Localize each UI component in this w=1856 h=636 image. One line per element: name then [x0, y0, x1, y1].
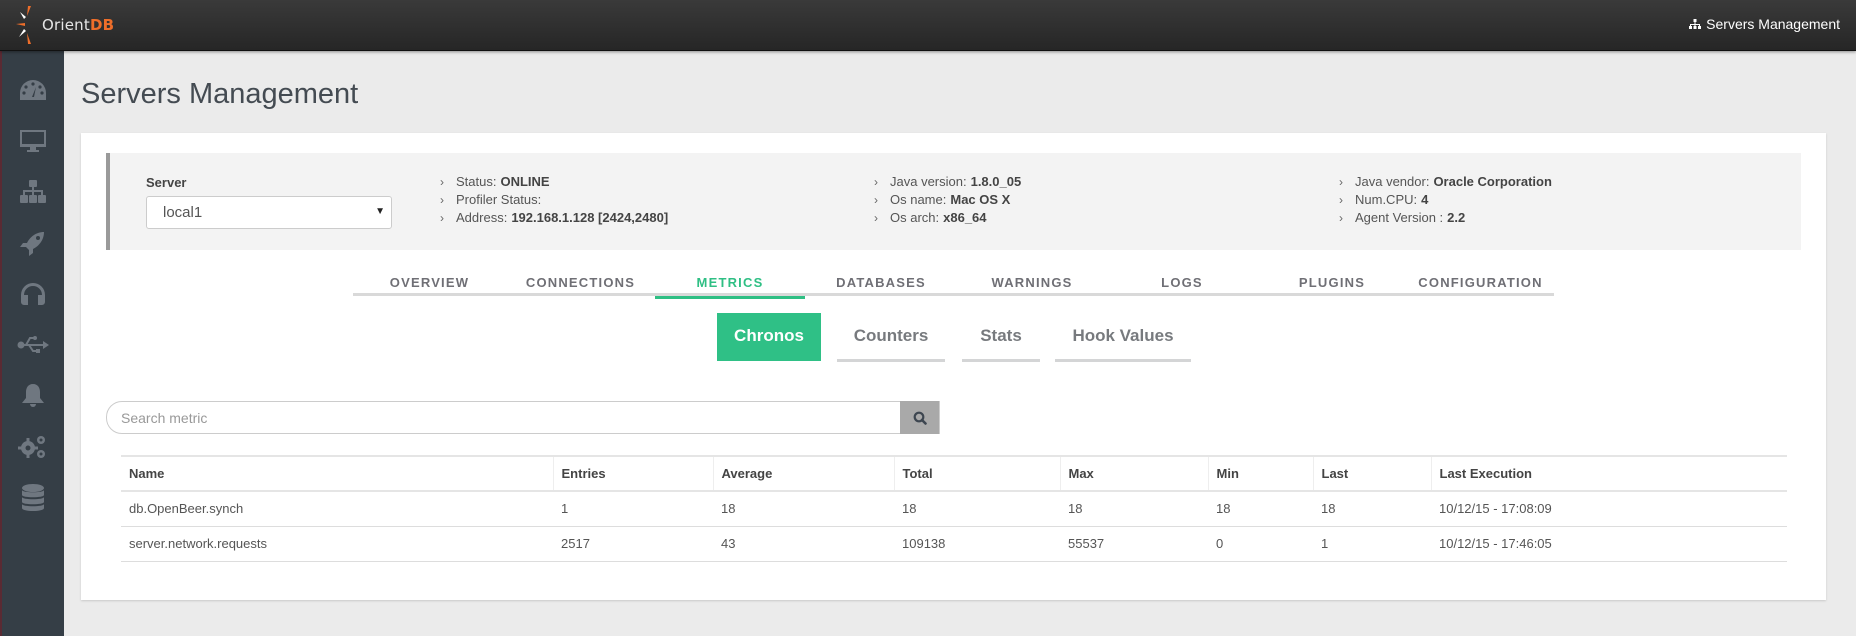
info-profiler-status: › Profiler Status:: [440, 192, 542, 207]
cell-min: 18: [1208, 491, 1313, 527]
top-navbar: OrientDB Servers Management: [0, 0, 1856, 51]
info-agent-version: › Agent Version :2.2: [1339, 210, 1466, 225]
metrics-subtabs: Chronos Counters Stats Hook Values: [81, 313, 1826, 363]
chevron-right-icon: ›: [440, 211, 444, 225]
gears-icon: [18, 435, 45, 458]
column-header-total[interactable]: Total: [893, 455, 1060, 492]
server-select[interactable]: local1 ▼: [146, 196, 392, 229]
dashboard-icon: [20, 79, 46, 100]
column-header-min[interactable]: Min: [1207, 455, 1313, 492]
cell-max: 18: [1060, 491, 1208, 527]
tab-overview[interactable]: OVERVIEW: [353, 266, 506, 296]
chronos-table: Name Entries Average Total Max Min Last …: [121, 455, 1787, 562]
info-java-version: › Java version: 1.8.0_05: [874, 174, 1022, 189]
chevron-right-icon: ›: [440, 193, 444, 207]
cell-last-execution: 10/12/15 - 17:46:05: [1431, 526, 1787, 562]
chevron-right-icon: ›: [1339, 211, 1343, 225]
cell-name: db.OpenBeer.synch: [121, 491, 553, 527]
info-address: › Address: 192.168.1.128 [2424,2480]: [440, 210, 669, 225]
cell-last: 18: [1313, 491, 1431, 527]
column-header-entries[interactable]: Entries: [552, 455, 713, 492]
tab-logs[interactable]: LOGS: [1107, 266, 1257, 296]
column-header-last[interactable]: Last: [1312, 455, 1431, 492]
server-info-column-2: › Java version: 1.8.0_05 › Os name: Mac OS X…: [874, 173, 1021, 227]
server-label: Server: [146, 175, 187, 190]
chevron-right-icon: ›: [874, 193, 878, 207]
cell-total: 18: [894, 491, 1060, 527]
cell-min: 0: [1208, 526, 1313, 562]
tab-connections[interactable]: CONNECTIONS: [506, 266, 655, 296]
chevron-right-icon: ›: [1339, 175, 1343, 189]
orientdb-logo[interactable]: OrientDB: [14, 4, 114, 46]
column-header-max[interactable]: Max: [1059, 455, 1208, 492]
sidebar-item-databases[interactable]: [2, 472, 64, 523]
cell-total: 109138: [894, 526, 1060, 562]
server-card: Server local1 ▼ › Status: ONLINE › Profiler…: [81, 133, 1826, 600]
column-header-name[interactable]: Name: [121, 455, 553, 492]
subtab-chronos[interactable]: Chronos: [717, 313, 821, 361]
orientdb-logo-icon: [16, 6, 31, 44]
caret-down-icon: ▼: [375, 206, 385, 217]
sidebar-item-settings[interactable]: [2, 421, 64, 472]
info-status: › Status: ONLINE: [440, 174, 550, 189]
sidebar: [0, 51, 64, 636]
sidebar-item-support[interactable]: [2, 268, 64, 319]
cell-last-execution: 10/12/15 - 17:08:09: [1431, 491, 1787, 527]
cell-last: 1: [1313, 526, 1431, 562]
tab-plugins[interactable]: PLUGINS: [1257, 266, 1407, 296]
tab-warnings[interactable]: WARNINGS: [957, 266, 1107, 296]
headphones-icon: [21, 282, 45, 305]
info-java-vendor: › Java vendor: Oracle Corporation: [1339, 174, 1552, 189]
server-tabs: OVERVIEW CONNECTIONS METRICS DATABASES W…: [353, 266, 1554, 299]
subtab-hook-values[interactable]: Hook Values: [1055, 313, 1191, 362]
server-info-column-3: › Java vendor: Oracle Corporation › Num.CPU…: [1339, 173, 1552, 227]
sitemap-icon: [20, 179, 46, 203]
chevron-right-icon: ›: [1339, 193, 1343, 207]
monitor-icon: [20, 129, 46, 152]
cell-entries: 2517: [553, 526, 713, 562]
tab-databases[interactable]: DATABASES: [805, 266, 957, 296]
chevron-right-icon: ›: [874, 175, 878, 189]
cell-average: 18: [713, 491, 894, 527]
sidebar-item-alerts[interactable]: [2, 370, 64, 421]
server-info-panel: Server local1 ▼ › Status: ONLINE › Profiler…: [106, 153, 1801, 250]
page-title: Servers Management: [81, 78, 359, 110]
table-row: server.network.requests 2517 43 109138 5…: [121, 526, 1787, 562]
info-os-name: › Os name: Mac OS X: [874, 192, 1011, 207]
chevron-right-icon: ›: [440, 175, 444, 189]
subtab-stats[interactable]: Stats: [962, 313, 1040, 362]
column-header-average[interactable]: Average: [712, 455, 894, 492]
brand-name: OrientDB: [42, 16, 115, 34]
cell-max: 55537: [1060, 526, 1208, 562]
tab-metrics[interactable]: METRICS: [655, 266, 805, 299]
column-header-last-execution[interactable]: Last Execution: [1430, 455, 1787, 492]
subtab-counters[interactable]: Counters: [837, 313, 945, 362]
sidebar-item-dashboard[interactable]: [2, 64, 64, 115]
tab-configuration[interactable]: CONFIGURATION: [1407, 266, 1554, 296]
info-num-cpu: › Num.CPU: 4: [1339, 192, 1429, 207]
bell-icon: [22, 383, 44, 407]
table-row: db.OpenBeer.synch 1 18 18 18 18 18 10/12…: [121, 491, 1787, 527]
server-select-value: local1: [163, 204, 203, 221]
cell-entries: 1: [553, 491, 713, 527]
info-os-arch: › Os arch: x86_64: [874, 210, 987, 225]
chevron-right-icon: ›: [874, 211, 878, 225]
server-info-column-1: › Status: ONLINE › Profiler Status: › Addres…: [440, 173, 668, 227]
cell-average: 43: [713, 526, 894, 562]
search-button[interactable]: [900, 401, 939, 434]
sidebar-item-plugins[interactable]: [2, 319, 64, 370]
servers-management-label: Servers Management: [1706, 16, 1840, 32]
servers-management-link[interactable]: Servers Management: [1689, 16, 1840, 32]
usb-icon: [17, 335, 49, 353]
sidebar-item-servers[interactable]: [2, 166, 64, 217]
table-header-row: Name Entries Average Total Max Min Last …: [121, 455, 1787, 492]
sitemap-icon: [1689, 18, 1702, 29]
sidebar-item-deploy[interactable]: [2, 217, 64, 268]
search-icon: [913, 411, 927, 425]
database-icon: [22, 483, 44, 511]
cell-name: server.network.requests: [121, 526, 553, 562]
search-metric-input[interactable]: Search metric: [106, 401, 940, 434]
rocket-icon: [20, 231, 44, 256]
sidebar-item-monitor[interactable]: [2, 115, 64, 166]
